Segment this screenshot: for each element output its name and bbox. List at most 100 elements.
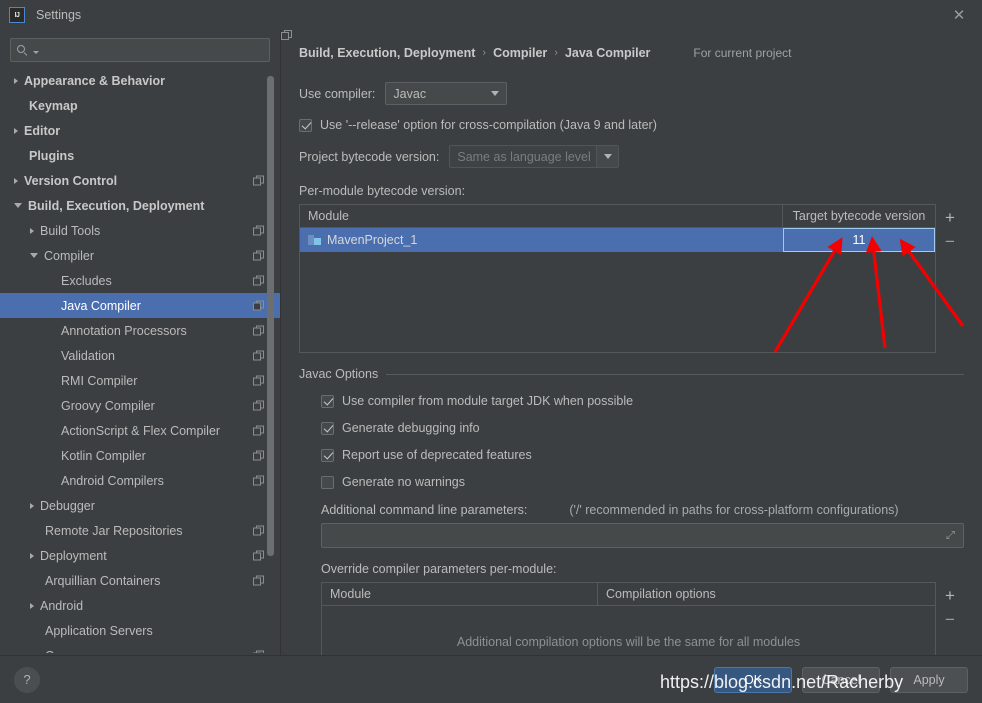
chevron-right-icon[interactable] [14, 177, 18, 184]
additional-params-field-wrap: ⤢ [299, 523, 964, 548]
javac-option-row: Generate debugging info [321, 421, 964, 435]
chevron-down-icon[interactable] [14, 203, 22, 208]
copy-icon [253, 450, 264, 461]
table-row[interactable]: MavenProject_1 11 [300, 228, 935, 252]
search-box[interactable] [10, 38, 270, 62]
chevron-down-icon [596, 146, 619, 167]
copy-icon [253, 275, 264, 286]
chevron-right-icon[interactable] [30, 602, 34, 609]
javac-option-row: Use compiler from module target JDK when… [321, 394, 964, 408]
sidebar-item-groovy-compiler[interactable]: Groovy Compiler [0, 393, 280, 418]
cell-target-bytecode[interactable]: 11 [783, 228, 935, 252]
additional-params-header: Additional command line parameters: ('/'… [299, 503, 964, 517]
sidebar-item-version-control[interactable]: Version Control [0, 168, 280, 193]
use-compiler-select[interactable]: Javac [385, 82, 508, 105]
column-header-module[interactable]: Module [322, 583, 598, 605]
add-override-button[interactable]: + [937, 583, 963, 607]
sidebar-item-build-execution-deployment[interactable]: Build, Execution, Deployment [0, 193, 280, 218]
javac-option-label: Use compiler from module target JDK when… [342, 394, 634, 408]
window-title: Settings [36, 8, 82, 22]
sidebar-item-deployment[interactable]: Deployment [0, 543, 280, 568]
release-option-label: Use '--release' option for cross-compila… [320, 118, 657, 132]
sidebar-item-label: Appearance & Behavior [24, 73, 166, 88]
add-module-button[interactable]: + [937, 205, 963, 229]
copy-icon [253, 300, 264, 311]
sidebar-item-build-tools[interactable]: Build Tools [0, 218, 280, 243]
copy-icon [253, 325, 264, 336]
sidebar-item-label: Plugins [29, 148, 75, 163]
breadcrumb-item-1[interactable]: Compiler [493, 46, 547, 60]
table-header-row: Module Target bytecode version [300, 205, 935, 228]
sidebar-item-label: Remote Jar Repositories [45, 523, 183, 538]
project-bytecode-select[interactable]: Same as language level [449, 145, 620, 168]
javac-option-checkbox-0[interactable] [321, 394, 334, 408]
sidebar-item-android[interactable]: Android [0, 593, 280, 618]
remove-override-button[interactable]: − [937, 607, 963, 631]
sidebar-item-compiler[interactable]: Compiler [0, 243, 280, 268]
table-header-row: Module Compilation options [322, 583, 935, 606]
sidebar-item-label: C [45, 649, 54, 654]
chevron-right-icon[interactable] [30, 502, 34, 509]
sidebar-item-label: Arquillian Containers [45, 573, 161, 588]
javac-option-checkbox-2[interactable] [321, 448, 334, 462]
chevron-right-icon[interactable] [30, 227, 34, 234]
copy-icon [253, 225, 264, 236]
additional-params-field[interactable]: ⤢ [321, 523, 964, 548]
settings-tree: Appearance & Behavior Keymap Editor Plugins… [0, 68, 280, 653]
cell-module[interactable]: MavenProject_1 [300, 228, 783, 252]
javac-option-checkbox-3[interactable] [321, 475, 334, 489]
chevron-down-icon[interactable] [30, 253, 38, 258]
sidebar-item-application-servers[interactable]: Application Servers [0, 618, 280, 643]
sidebar-item-android-compilers[interactable]: Android Compilers [0, 468, 280, 493]
sidebar-search-wrapper [0, 30, 280, 68]
module-icon [308, 234, 321, 246]
sidebar-item-c[interactable]: C [0, 643, 280, 653]
sidebar-scrollbar-thumb[interactable] [267, 76, 274, 556]
javac-option-label: Generate no warnings [342, 475, 465, 489]
additional-params-input[interactable] [322, 528, 963, 543]
use-compiler-label: Use compiler: [299, 86, 376, 101]
sidebar-item-plugins[interactable]: Plugins [0, 143, 280, 168]
use-compiler-row: Use compiler: Javac [299, 82, 964, 105]
column-header-target-bytecode[interactable]: Target bytecode version [783, 205, 935, 227]
sidebar-item-excludes[interactable]: Excludes [0, 268, 280, 293]
column-header-module[interactable]: Module [300, 205, 783, 227]
javac-option-checkbox-1[interactable] [321, 421, 334, 435]
sidebar-item-keymap[interactable]: Keymap [0, 93, 280, 118]
sidebar-item-annotation-processors[interactable]: Annotation Processors [0, 318, 280, 343]
sidebar-item-java-compiler[interactable]: Java Compiler [0, 293, 280, 318]
sidebar-item-validation[interactable]: Validation [0, 343, 280, 368]
sidebar-item-label: Debugger [40, 498, 95, 513]
column-header-compilation-options[interactable]: Compilation options [598, 583, 935, 605]
sidebar-item-arquillian-containers[interactable]: Arquillian Containers [0, 568, 280, 593]
cell-module-label: MavenProject_1 [327, 233, 418, 247]
copy-icon [253, 250, 264, 261]
breadcrumb-separator: › [482, 47, 487, 59]
per-module-table: Module Target bytecode version MavenProj… [299, 204, 936, 353]
chevron-right-icon[interactable] [30, 552, 34, 559]
scope-note-label: For current project [693, 46, 792, 60]
help-button[interactable]: ? [14, 666, 40, 693]
use-compiler-value: Javac [393, 86, 427, 101]
sidebar-item-remote-jar-repositories[interactable]: Remote Jar Repositories [0, 518, 280, 543]
sidebar-item-appearance-behavior[interactable]: Appearance & Behavior [0, 68, 280, 93]
sidebar-item-editor[interactable]: Editor [0, 118, 280, 143]
chevron-right-icon[interactable] [14, 77, 18, 84]
sidebar-item-kotlin-compiler[interactable]: Kotlin Compiler [0, 443, 280, 468]
watermark-text: https://blog.csdn.net/Racherby [660, 672, 904, 692]
javac-options-group-header: Javac Options [299, 367, 964, 381]
chevron-right-icon[interactable] [14, 127, 18, 134]
remove-module-button[interactable]: − [937, 229, 963, 253]
close-icon[interactable]: ✕ [936, 0, 982, 30]
settings-sidebar: Appearance & Behavior Keymap Editor Plugins… [0, 30, 280, 655]
sidebar-item-debugger[interactable]: Debugger [0, 493, 280, 518]
sidebar-item-actionscript-flex-compiler[interactable]: ActionScript & Flex Compiler [0, 418, 280, 443]
scope-note: For current project [281, 30, 792, 60]
sidebar-item-rmi-compiler[interactable]: RMI Compiler [0, 368, 280, 393]
release-option-checkbox[interactable] [299, 118, 312, 132]
breadcrumb-item-0[interactable]: Build, Execution, Deployment [299, 46, 475, 60]
dialog-body: Appearance & Behavior Keymap Editor Plugins… [0, 30, 982, 679]
sidebar-item-label: Application Servers [45, 623, 153, 638]
search-input[interactable] [39, 43, 263, 57]
expand-icon[interactable]: ⤢ [946, 530, 957, 541]
